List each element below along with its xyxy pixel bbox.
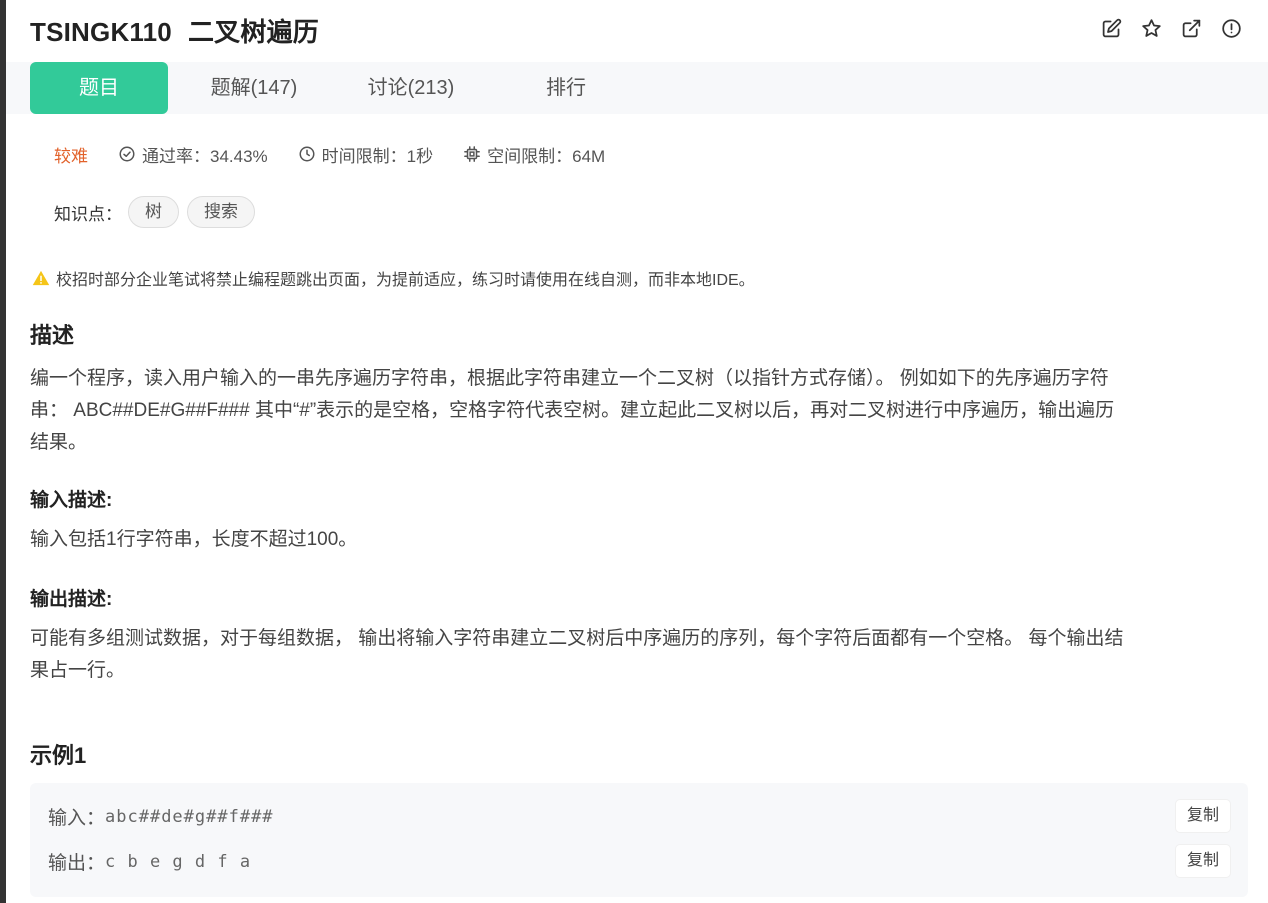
input-desc-title: 输入描述: xyxy=(30,490,113,511)
tag-tree[interactable]: 树 xyxy=(128,196,179,228)
problem-header: TSINGK110 二叉树遍历 xyxy=(6,0,1268,60)
example-input-label: 输入： xyxy=(48,808,106,829)
header-actions xyxy=(1100,17,1242,39)
chip-icon xyxy=(464,146,481,162)
tab-ranking[interactable]: 排行 xyxy=(526,62,606,114)
space-limit: 空间限制：64M xyxy=(463,142,605,167)
example-input-value: abc##de#g##f### xyxy=(105,806,274,827)
description-line: 串： ABC##DE#G##F### 其中“#”表示的是空格，空格字符代表空树。… xyxy=(30,400,1115,421)
tab-problem[interactable]: 题目 xyxy=(30,62,168,114)
description-body: 编一个程序，读入用户输入的一串先序遍历字符串，根据此字符串建立一个二叉树（以指针… xyxy=(30,363,1240,459)
problem-title: TSINGK110 二叉树遍历 xyxy=(30,12,319,49)
input-desc-body: 输入包括1行字符串，长度不超过100。 xyxy=(30,529,358,550)
difficulty-badge: 较难 xyxy=(54,146,88,166)
output-desc-line: 果占一行。 xyxy=(30,660,126,681)
example-input-row: 输入： abc##de#g##f### xyxy=(48,803,274,830)
warning-icon xyxy=(32,270,50,286)
description-line: 结果。 xyxy=(30,432,88,453)
example-output-label: 输出： xyxy=(48,853,106,874)
pass-rate-text: 通过率：34.43% xyxy=(142,146,268,166)
example-output-row: 输出： c b e g d f a xyxy=(48,848,251,875)
copy-input-button[interactable]: 复制 xyxy=(1176,800,1230,832)
exam-warning: 校招时部分企业笔试将禁止编程题跳出页面，为提前适应，练习时请使用在线自测，而非本… xyxy=(32,266,755,290)
clock-icon xyxy=(299,146,315,162)
pass-rate: 通过率：34.43% xyxy=(118,142,268,167)
output-desc-line: 可能有多组测试数据，对于每组数据， 输出将输入字符串建立二叉树后中序遍历的序列，… xyxy=(30,628,1124,649)
tag-search[interactable]: 搜索 xyxy=(187,196,255,228)
problem-code: TSINGK110 xyxy=(30,17,172,47)
example-output-value: c b e g d f a xyxy=(105,851,252,872)
output-desc-title: 输出描述: xyxy=(30,589,113,610)
tab-solutions[interactable]: 题解(147) xyxy=(192,62,316,114)
output-desc-body: 可能有多组测试数据，对于每组数据， 输出将输入字符串建立二叉树后中序遍历的序列，… xyxy=(30,623,1240,687)
time-limit: 时间限制：1秒 xyxy=(298,142,433,167)
problem-tabs: 题目 题解(147) 讨论(213) 排行 xyxy=(6,62,1268,114)
warning-text: 校招时部分企业笔试将禁止编程题跳出页面，为提前适应，练习时请使用在线自测，而非本… xyxy=(56,272,755,289)
tab-discussion[interactable]: 讨论(213) xyxy=(346,62,476,114)
check-circle-icon xyxy=(119,146,135,162)
problem-name: 二叉树遍历 xyxy=(187,17,319,47)
star-icon[interactable] xyxy=(1140,17,1162,39)
description-title: 描述 xyxy=(30,323,75,348)
problem-meta: 较难 通过率：34.43% 时间限制：1秒 空间限制：64M xyxy=(54,142,635,166)
report-icon[interactable] xyxy=(1220,17,1242,39)
time-limit-text: 时间限制：1秒 xyxy=(321,146,434,166)
example-title: 示例1 xyxy=(30,743,87,768)
knowledge-points: 知识点： 树 搜索 xyxy=(54,196,263,228)
example-box: 输入： abc##de#g##f### 复制 输出： c b e g d f a… xyxy=(30,783,1248,897)
problem-page: TSINGK110 二叉树遍历 题目 题解(147) 讨论(213) 排行 较难 … xyxy=(6,0,1268,903)
description-line: 编一个程序，读入用户输入的一串先序遍历字符串，根据此字符串建立一个二叉树（以指针… xyxy=(30,368,1109,389)
edit-icon[interactable] xyxy=(1100,17,1122,39)
space-limit-text: 空间限制：64M xyxy=(487,146,606,166)
copy-output-button[interactable]: 复制 xyxy=(1176,845,1230,877)
external-link-icon[interactable] xyxy=(1180,17,1202,39)
knowledge-label: 知识点： xyxy=(54,204,122,224)
